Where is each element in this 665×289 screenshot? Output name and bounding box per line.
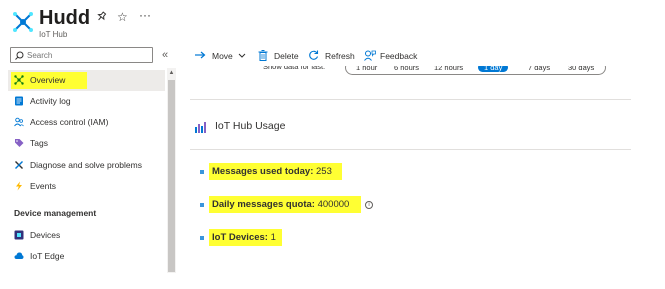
refresh-label: Refresh — [325, 51, 355, 61]
sidebar-item-devices[interactable]: Devices — [8, 225, 165, 246]
section-heading: Device management — [14, 208, 97, 218]
star-icon[interactable]: ☆ — [117, 11, 128, 23]
metric-iot-devices: IoT Devices: 1 — [212, 231, 276, 244]
toolbar-background — [177, 42, 665, 66]
tile-divider — [190, 149, 631, 150]
move-button[interactable]: Move — [194, 48, 248, 64]
sidebar-item-tags[interactable]: Tags — [8, 133, 165, 154]
metric-bullet — [200, 203, 204, 207]
sidebar-item-iot-edge[interactable]: IoT Edge — [8, 246, 165, 267]
sidebar-item-label: Devices — [30, 230, 61, 240]
info-icon[interactable]: i — [365, 201, 373, 209]
scroll-up-arrow-icon[interactable]: ▲ — [167, 69, 176, 78]
collapse-sidebar-icon[interactable]: « — [162, 49, 168, 61]
feedback-label: Feedback — [380, 51, 418, 61]
delete-button[interactable]: Delete — [258, 48, 302, 64]
metric-label: IoT Devices: — [212, 232, 268, 243]
feedback-button[interactable]: Feedback — [364, 48, 420, 64]
trash-icon — [258, 50, 268, 61]
usage-chart-icon — [195, 122, 206, 133]
sidebar-item-label: Access control (IAM) — [30, 117, 109, 127]
search-input-box[interactable] — [10, 47, 153, 63]
more-icon[interactable]: ··· — [139, 9, 151, 21]
sidebar-item-access-control[interactable]: Access control (IAM) — [8, 112, 165, 133]
metric-messages-used: Messages used today: 253 — [212, 165, 332, 178]
arrow-right-icon — [195, 51, 206, 59]
sidebar-item-label: Events — [30, 181, 56, 191]
metric-value: 253 — [316, 166, 332, 177]
metric-messages-quota: Daily messages quota: 400000 — [212, 198, 349, 211]
sidebar-item-label: IoT Edge — [30, 251, 65, 261]
scrollbar-thumb[interactable] — [168, 80, 175, 272]
activity-log-icon — [15, 96, 23, 106]
refresh-button[interactable]: Refresh — [308, 48, 358, 64]
metric-label: Daily messages quota: — [212, 199, 315, 210]
overview-icon — [14, 75, 24, 85]
tag-icon — [15, 139, 24, 147]
move-label: Move — [212, 51, 233, 61]
sidebar-item-overview[interactable]: Overview — [8, 70, 165, 91]
search-input[interactable] — [27, 49, 147, 61]
sidebar-item-events[interactable]: Events — [8, 176, 165, 197]
chevron-down-icon — [238, 53, 246, 58]
metric-value: 1 — [270, 232, 276, 243]
delete-label: Delete — [274, 51, 299, 61]
cloud-icon — [14, 252, 24, 259]
pin-icon[interactable] — [96, 11, 107, 22]
search-icon — [15, 51, 24, 60]
tile-title: IoT Hub Usage — [215, 120, 286, 132]
metric-bullet — [200, 170, 204, 174]
resource-type: IoT Hub — [39, 30, 68, 39]
devices-icon — [14, 230, 24, 240]
metric-bullet — [200, 236, 204, 240]
sidebar-item-diagnose[interactable]: Diagnose and solve problems — [8, 155, 165, 176]
sidebar-item-activity-log[interactable]: Activity log — [8, 91, 165, 112]
sidebar-item-label: Diagnose and solve problems — [30, 160, 142, 170]
iot-hub-logo-icon — [13, 12, 33, 32]
lightning-icon — [16, 181, 22, 191]
feedback-icon — [364, 50, 376, 61]
people-icon — [14, 117, 24, 127]
metric-label: Messages used today: — [212, 166, 314, 177]
sidebar-item-label: Activity log — [30, 96, 71, 106]
page-title: Hudd — [39, 7, 91, 29]
refresh-icon — [309, 50, 319, 60]
wrench-icon — [15, 161, 23, 169]
metric-value: 400000 — [317, 199, 350, 210]
sidebar-item-label: Tags — [30, 138, 48, 148]
sidebar-item-label: Overview — [30, 75, 66, 85]
